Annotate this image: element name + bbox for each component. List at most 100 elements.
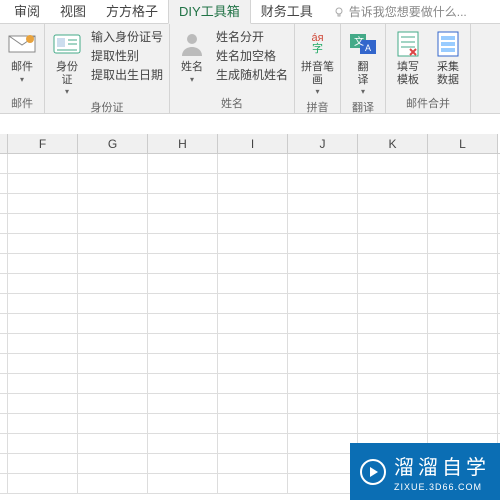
- cell[interactable]: [218, 274, 288, 294]
- cell[interactable]: [428, 294, 498, 314]
- cell[interactable]: [428, 274, 498, 294]
- cell[interactable]: [148, 314, 218, 334]
- cell[interactable]: [218, 454, 288, 474]
- cell[interactable]: [78, 234, 148, 254]
- cmd-input-id[interactable]: 输入身份证号: [91, 28, 163, 45]
- cell[interactable]: [428, 414, 498, 434]
- cell[interactable]: [288, 214, 358, 234]
- cell[interactable]: [8, 354, 78, 374]
- cell[interactable]: [8, 294, 78, 314]
- cell[interactable]: [78, 154, 148, 174]
- cell[interactable]: [288, 314, 358, 334]
- cell[interactable]: [8, 194, 78, 214]
- cell[interactable]: [358, 214, 428, 234]
- cell[interactable]: [148, 154, 218, 174]
- cell[interactable]: [148, 434, 218, 454]
- cell[interactable]: [148, 334, 218, 354]
- tab-review[interactable]: 审阅: [4, 0, 50, 23]
- cell[interactable]: [8, 394, 78, 414]
- cell[interactable]: [0, 174, 8, 194]
- cell[interactable]: [218, 414, 288, 434]
- cell[interactable]: [0, 454, 8, 474]
- cell[interactable]: [288, 154, 358, 174]
- cell[interactable]: [78, 434, 148, 454]
- cell[interactable]: [78, 354, 148, 374]
- cmd-extract-gender[interactable]: 提取性别: [91, 47, 163, 64]
- cell[interactable]: [288, 374, 358, 394]
- cell[interactable]: [0, 334, 8, 354]
- cell[interactable]: [288, 334, 358, 354]
- cmd-name-space[interactable]: 姓名加空格: [216, 47, 288, 64]
- cell[interactable]: [8, 174, 78, 194]
- col-header-F[interactable]: F: [8, 134, 78, 153]
- cell[interactable]: [358, 414, 428, 434]
- cell[interactable]: [8, 314, 78, 334]
- cell[interactable]: [428, 334, 498, 354]
- cell[interactable]: [78, 454, 148, 474]
- mail-button[interactable]: 邮件 ▾: [4, 26, 40, 86]
- cell[interactable]: [358, 194, 428, 214]
- cell[interactable]: [358, 334, 428, 354]
- cell[interactable]: [288, 234, 358, 254]
- cmd-name-split[interactable]: 姓名分开: [216, 28, 288, 45]
- cell[interactable]: [148, 194, 218, 214]
- cell[interactable]: [358, 154, 428, 174]
- cell[interactable]: [0, 254, 8, 274]
- cell[interactable]: [358, 254, 428, 274]
- cell[interactable]: [218, 234, 288, 254]
- cell[interactable]: [148, 214, 218, 234]
- name-button[interactable]: 姓名 ▾: [174, 26, 210, 86]
- cell[interactable]: [0, 314, 8, 334]
- cell[interactable]: [8, 334, 78, 354]
- cell[interactable]: [0, 194, 8, 214]
- translate-button[interactable]: 文A 翻 译 ▾: [345, 26, 381, 98]
- cell[interactable]: [358, 394, 428, 414]
- cell[interactable]: [428, 214, 498, 234]
- cell[interactable]: [218, 154, 288, 174]
- cell[interactable]: [148, 354, 218, 374]
- tell-me-search[interactable]: 告诉我您想要做什么...: [333, 0, 467, 23]
- cell[interactable]: [0, 354, 8, 374]
- cell[interactable]: [148, 414, 218, 434]
- cell[interactable]: [288, 174, 358, 194]
- cell[interactable]: [0, 394, 8, 414]
- cell[interactable]: [8, 214, 78, 234]
- fill-template-button[interactable]: 填写 模板: [390, 26, 426, 88]
- cell[interactable]: [148, 174, 218, 194]
- cell[interactable]: [218, 394, 288, 414]
- cell[interactable]: [218, 254, 288, 274]
- cell[interactable]: [358, 374, 428, 394]
- cell[interactable]: [8, 434, 78, 454]
- cell[interactable]: [218, 474, 288, 494]
- cell[interactable]: [288, 294, 358, 314]
- cell[interactable]: [288, 394, 358, 414]
- cell[interactable]: [288, 274, 358, 294]
- cell[interactable]: [288, 354, 358, 374]
- cell[interactable]: [428, 374, 498, 394]
- cell[interactable]: [148, 374, 218, 394]
- cell[interactable]: [358, 294, 428, 314]
- cell[interactable]: [358, 174, 428, 194]
- cell[interactable]: [428, 354, 498, 374]
- cell[interactable]: [8, 274, 78, 294]
- tab-view[interactable]: 视图: [50, 0, 96, 23]
- cell[interactable]: [78, 294, 148, 314]
- cell[interactable]: [428, 154, 498, 174]
- cell[interactable]: [78, 194, 148, 214]
- cell[interactable]: [148, 234, 218, 254]
- cell[interactable]: [0, 214, 8, 234]
- cell[interactable]: [288, 194, 358, 214]
- cell[interactable]: [0, 474, 8, 494]
- cell[interactable]: [358, 314, 428, 334]
- cell[interactable]: [78, 334, 148, 354]
- pinyin-button[interactable]: áя字 拼音笔 画 ▾: [299, 26, 336, 98]
- cell[interactable]: [8, 154, 78, 174]
- cell[interactable]: [148, 274, 218, 294]
- cell[interactable]: [218, 314, 288, 334]
- cell[interactable]: [8, 414, 78, 434]
- col-header-L[interactable]: L: [428, 134, 498, 153]
- tab-finance[interactable]: 财务工具: [251, 0, 323, 23]
- col-header-G[interactable]: G: [78, 134, 148, 153]
- cell[interactable]: [218, 434, 288, 454]
- cell[interactable]: [218, 174, 288, 194]
